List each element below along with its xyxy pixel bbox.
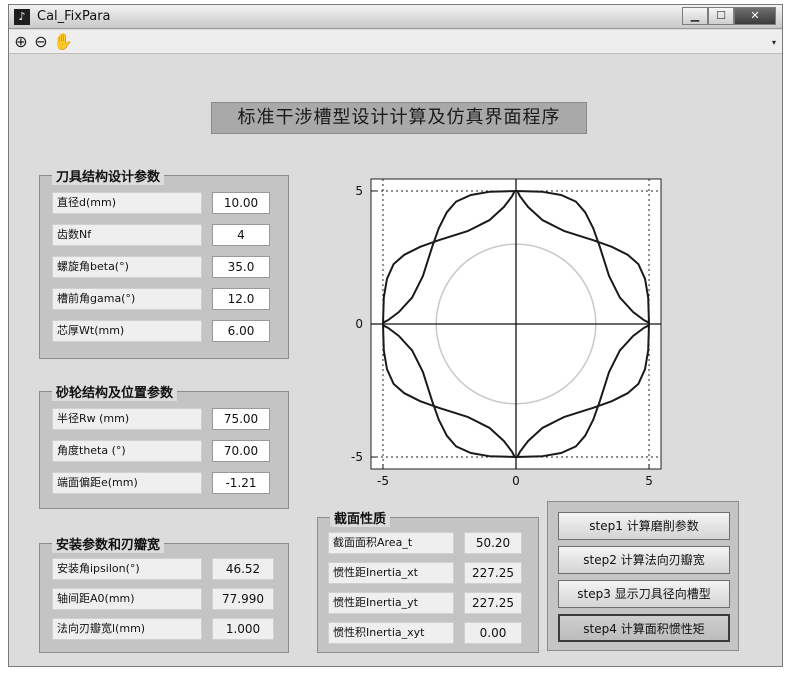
install-params-panel: 安装参数和刃瓣宽 安装角ipsilon(°) 46.52 轴间距A0(mm) 7… bbox=[39, 534, 289, 653]
app-window: ♪ Cal_FixPara ▁ ☐ ✕ ⊕ ⊖ ✋ ▾ 标准干涉槽型设计计算及仿… bbox=[8, 4, 783, 667]
install-angle-value: 46.52 bbox=[212, 558, 274, 580]
zoom-in-icon[interactable]: ⊕ bbox=[11, 32, 31, 52]
pan-hand-icon[interactable]: ✋ bbox=[53, 32, 73, 52]
close-button[interactable]: ✕ bbox=[734, 7, 776, 25]
land-width-label: 法向刃瓣宽l(mm) bbox=[52, 618, 202, 640]
minimize-button[interactable]: ▁ bbox=[682, 7, 708, 25]
step-buttons-panel: step1 计算磨削参数 step2 计算法向刃瓣宽 step3 显示刀具径向槽… bbox=[547, 501, 739, 651]
land-width-value: 1.000 bbox=[212, 618, 274, 640]
x-tick-label-1: 0 bbox=[512, 474, 520, 488]
x-tick-label-0: -5 bbox=[377, 474, 389, 488]
rake-angle-label: 槽前角gama(°) bbox=[52, 288, 202, 310]
diameter-label: 直径d(mm) bbox=[52, 192, 202, 214]
main-title: 标准干涉槽型设计计算及仿真界面程序 bbox=[211, 102, 587, 134]
inertia-x-value: 227.25 bbox=[464, 562, 522, 584]
title-bar[interactable]: ♪ Cal_FixPara ▁ ☐ ✕ bbox=[9, 5, 782, 29]
install-angle-label: 安装角ipsilon(°) bbox=[52, 558, 202, 580]
rake-angle-input[interactable]: 12.0 bbox=[212, 288, 270, 310]
wheel-params-panel: 砂轮结构及位置参数 半径Rw (mm) 75.00 角度theta (°) 70… bbox=[39, 382, 289, 509]
core-thickness-input[interactable]: 6.00 bbox=[212, 320, 270, 342]
window-title: Cal_FixPara bbox=[37, 9, 111, 24]
tool-params-title: 刀具结构设计参数 bbox=[52, 166, 165, 185]
zoom-out-icon[interactable]: ⊖ bbox=[31, 32, 51, 52]
helix-angle-input[interactable]: 35.0 bbox=[212, 256, 270, 278]
inertia-xy-label: 惯性积Inertia_xyt bbox=[328, 622, 454, 644]
matlab-app-icon: ♪ bbox=[14, 9, 30, 25]
tool-params-panel: 刀具结构设计参数 直径d(mm) 10.00 齿数Nf 4 螺旋角beta(°)… bbox=[39, 166, 289, 359]
area-label: 截面面积Area_t bbox=[328, 532, 454, 554]
flute-count-input[interactable]: 4 bbox=[212, 224, 270, 246]
inertia-xy-value: 0.00 bbox=[464, 622, 522, 644]
window-controls: ▁ ☐ ✕ bbox=[682, 7, 776, 25]
install-params-title: 安装参数和刃瓣宽 bbox=[52, 534, 165, 553]
step3-button[interactable]: step3 显示刀具径向槽型 bbox=[558, 580, 730, 608]
y-tick-label-1: 0 bbox=[355, 317, 363, 331]
theta-angle-input[interactable]: 70.00 bbox=[212, 440, 270, 462]
inertia-y-value: 227.25 bbox=[464, 592, 522, 614]
step2-button[interactable]: step2 计算法向刃瓣宽 bbox=[558, 546, 730, 574]
flute-profile-plot[interactable]: -5 0 5 5 0 -5 bbox=[329, 165, 674, 505]
end-offset-label: 端面偏距e(mm) bbox=[52, 472, 202, 494]
diameter-input[interactable]: 10.00 bbox=[212, 192, 270, 214]
figure-content: 标准干涉槽型设计计算及仿真界面程序 刀具结构设计参数 直径d(mm) 10.00… bbox=[9, 55, 782, 666]
wheel-radius-label: 半径Rw (mm) bbox=[52, 408, 202, 430]
inertia-x-label: 惯性距Inertia_xt bbox=[328, 562, 454, 584]
axis-distance-value: 77.990 bbox=[212, 588, 274, 610]
section-props-title: 截面性质 bbox=[330, 508, 391, 527]
step4-button[interactable]: step4 计算面积惯性矩 bbox=[558, 614, 730, 642]
end-offset-input[interactable]: -1.21 bbox=[212, 472, 270, 494]
y-tick-label-2: -5 bbox=[351, 450, 363, 464]
helix-angle-label: 螺旋角beta(°) bbox=[52, 256, 202, 278]
area-value: 50.20 bbox=[464, 532, 522, 554]
section-props-panel: 截面性质 截面面积Area_t 50.20 惯性距Inertia_xt 227.… bbox=[317, 508, 539, 653]
flute-count-label: 齿数Nf bbox=[52, 224, 202, 246]
toolbar-overflow-arrow-icon[interactable]: ▾ bbox=[772, 38, 776, 47]
x-tick-label-2: 5 bbox=[645, 474, 653, 488]
plot-svg: -5 0 5 5 0 -5 bbox=[351, 178, 662, 488]
maximize-button[interactable]: ☐ bbox=[708, 7, 734, 25]
y-tick-label-0: 5 bbox=[355, 184, 363, 198]
wheel-params-title: 砂轮结构及位置参数 bbox=[52, 382, 178, 401]
theta-angle-label: 角度theta (°) bbox=[52, 440, 202, 462]
core-thickness-label: 芯厚Wt(mm) bbox=[52, 320, 202, 342]
step1-button[interactable]: step1 计算磨削参数 bbox=[558, 512, 730, 540]
toolbar: ⊕ ⊖ ✋ ▾ bbox=[9, 30, 782, 54]
inertia-y-label: 惯性距Inertia_yt bbox=[328, 592, 454, 614]
wheel-radius-input[interactable]: 75.00 bbox=[212, 408, 270, 430]
axis-distance-label: 轴间距A0(mm) bbox=[52, 588, 202, 610]
